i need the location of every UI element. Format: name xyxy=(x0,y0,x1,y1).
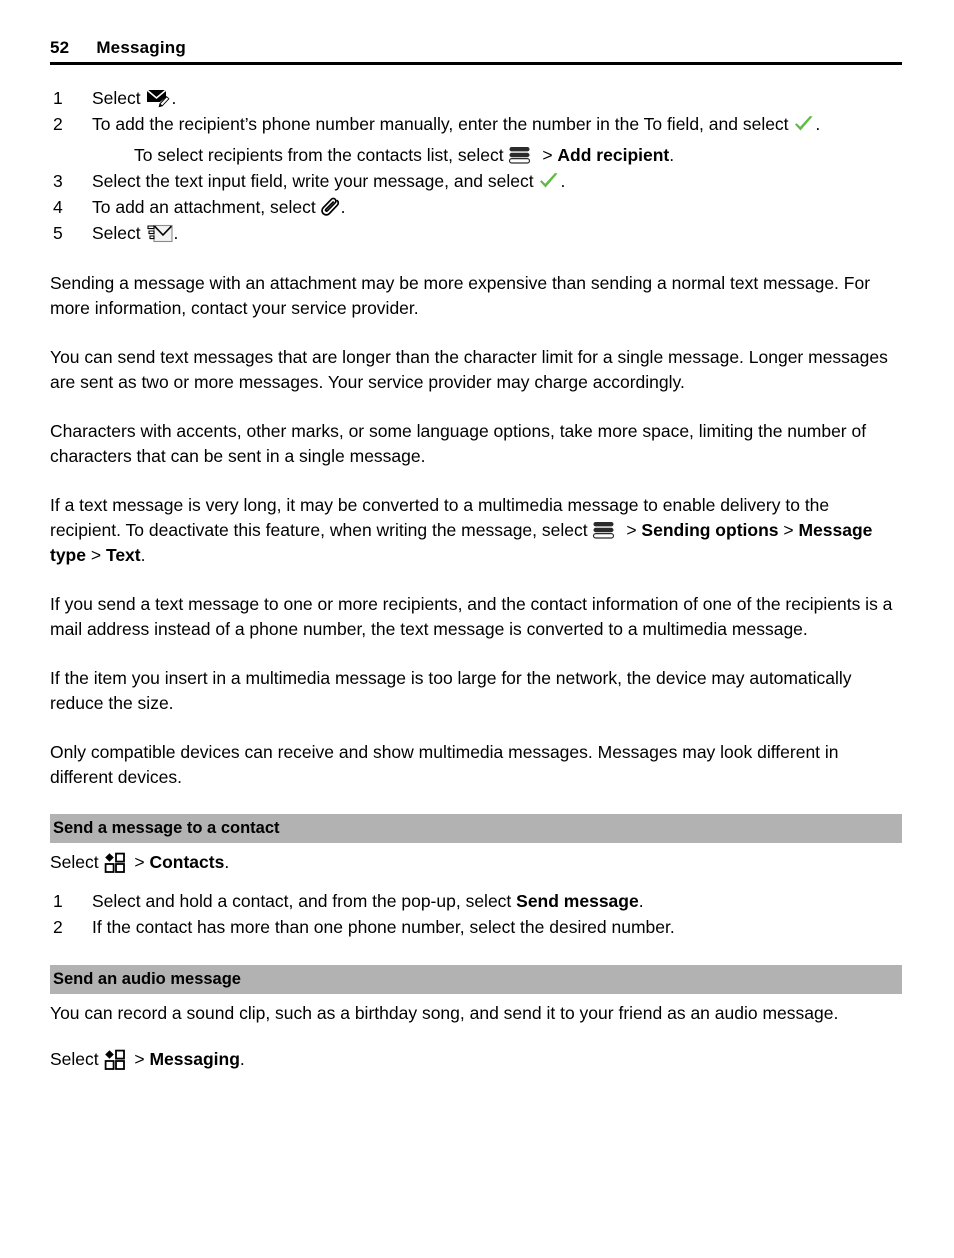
section-heading-send-audio-message: Send an audio message xyxy=(50,965,902,994)
paragraph-attachment-cost: Sending a message with an attachment may… xyxy=(50,273,871,318)
applications-grid-icon[interactable] xyxy=(104,1049,126,1070)
step-item: 2 To add the recipient’s phone number ma… xyxy=(50,112,902,168)
select-prefix: Select xyxy=(50,1049,104,1069)
new-message-envelope-pencil-icon[interactable] xyxy=(145,88,172,108)
paragraph-compatible-devices: Only compatible devices can receive and … xyxy=(50,742,839,787)
step-text: To add the recipient’s phone number manu… xyxy=(92,114,794,134)
document-page: 52 Messaging 1 Select . 2 To add the rec… xyxy=(0,0,954,1258)
substep-separator: > xyxy=(537,145,558,165)
step-number: 5 xyxy=(53,223,63,243)
step-item: 3 Select the text input field, write you… xyxy=(50,169,902,194)
step-number: 1 xyxy=(53,88,63,108)
substep-bold-target: Add recipient xyxy=(557,145,670,165)
paragraph-accented-characters: Characters with accents, other marks, or… xyxy=(50,421,867,466)
step-number: 3 xyxy=(53,171,63,191)
page-content: 1 Select . 2 To add the recipient’s phon… xyxy=(50,86,902,1072)
chapter-title: Messaging xyxy=(96,38,186,57)
step-text-end: . xyxy=(638,891,644,911)
send-message-envelope-icon[interactable] xyxy=(146,223,174,244)
substep-text: To select recipients from the contacts l… xyxy=(134,145,509,165)
section-heading-send-to-contact: Send a message to a contact xyxy=(50,814,902,843)
step-text-end: . xyxy=(171,88,177,108)
applications-grid-icon[interactable] xyxy=(104,852,126,873)
green-check-icon[interactable] xyxy=(793,114,815,134)
select-target-contacts: Contacts xyxy=(149,852,225,872)
paragraph-long-messages: You can send text messages that are long… xyxy=(50,347,888,392)
step-text-end: . xyxy=(340,197,346,217)
green-check-icon[interactable] xyxy=(538,171,560,191)
step-item: 5 Select . xyxy=(50,221,902,246)
paragraph-multimedia-conversion: If a text message is very long, it may b… xyxy=(50,493,902,568)
step-text-end: . xyxy=(173,223,179,243)
step-bold-send-message: Send message xyxy=(516,891,639,911)
step-text: Select xyxy=(92,88,146,108)
options-menu-icon[interactable] xyxy=(508,145,533,165)
menu-option-text: Text xyxy=(105,545,141,565)
step-number: 2 xyxy=(53,114,63,134)
paragraph-item-too-large: If the item you insert in a multimedia m… xyxy=(50,668,852,713)
step-number: 2 xyxy=(53,917,63,937)
menu-separator-2: > xyxy=(778,520,799,540)
select-path-messaging: Select > Messaging. xyxy=(50,1047,902,1072)
step-text: Select and hold a contact, and from the … xyxy=(92,891,517,911)
select-target-messaging: Messaging xyxy=(149,1049,240,1069)
select-path-contacts: Select > Contacts. xyxy=(50,850,902,875)
menu-option-sending-options: Sending options xyxy=(641,520,779,540)
menu-separator-3: > xyxy=(85,545,106,565)
select-end: . xyxy=(239,1049,245,1069)
step-text: To add an attachment, select xyxy=(92,197,321,217)
substep-suffix: . xyxy=(669,145,675,165)
step-text-end: . xyxy=(815,114,821,134)
select-separator: > xyxy=(129,1049,150,1069)
select-prefix: Select xyxy=(50,852,104,872)
step-text: Select xyxy=(92,223,146,243)
menu-separator-1: > xyxy=(621,520,642,540)
step-text-end: . xyxy=(560,171,566,191)
paragraph-text-end: . xyxy=(140,545,146,565)
select-separator: > xyxy=(129,852,150,872)
paperclip-icon[interactable] xyxy=(320,197,341,218)
step-number: 4 xyxy=(53,197,63,217)
header-divider xyxy=(50,62,902,65)
step-item: 1 Select and hold a contact, and from th… xyxy=(50,889,902,914)
step-number: 1 xyxy=(53,891,63,911)
step-text: If the contact has more than one phone n… xyxy=(92,917,675,937)
message-steps-list: 1 Select . 2 To add the recipient’s phon… xyxy=(50,86,902,246)
step-item: 4 To add an attachment, select . xyxy=(50,195,902,220)
page-header: 52 Messaging xyxy=(50,38,902,58)
options-menu-icon[interactable] xyxy=(592,520,617,540)
paragraph-audio-intro: You can record a sound clip, such as a b… xyxy=(50,1003,839,1023)
step-item: 2 If the contact has more than one phone… xyxy=(50,915,902,940)
select-end: . xyxy=(224,852,230,872)
substep-add-recipient: To select recipients from the contacts l… xyxy=(92,143,902,168)
page-number: 52 xyxy=(50,38,70,57)
step-item: 1 Select . xyxy=(50,86,902,111)
paragraph-mail-address-conversion: If you send a text message to one or mor… xyxy=(50,594,893,639)
contact-steps-list: 1 Select and hold a contact, and from th… xyxy=(50,889,902,940)
step-text: Select the text input field, write your … xyxy=(92,171,539,191)
